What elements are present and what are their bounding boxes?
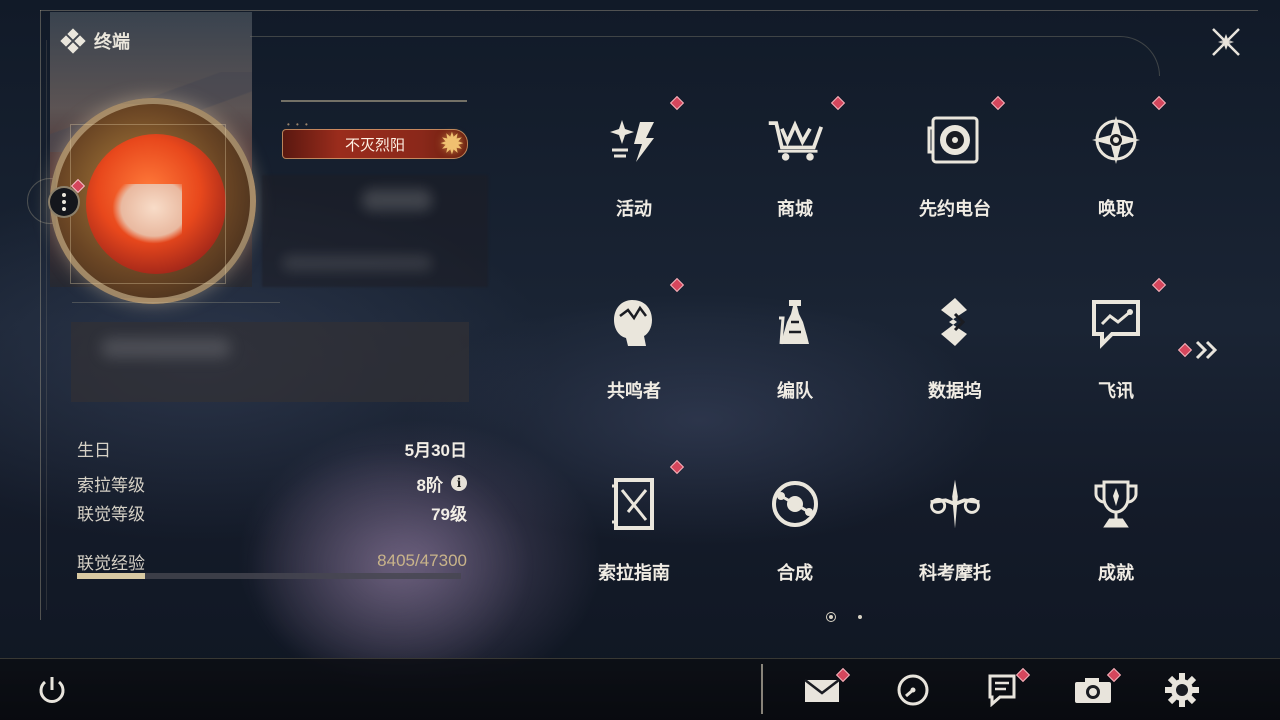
badge-decoration: • • • xyxy=(287,120,310,129)
page-dot-2[interactable] xyxy=(858,615,862,619)
birthday-row: 生日 5月30日 xyxy=(77,437,467,460)
shop-cart-icon xyxy=(765,110,825,170)
union-exp-value: 8405/47300 xyxy=(377,551,467,570)
birthday-value: 5月30日 xyxy=(404,440,467,460)
double-chevron-right-icon xyxy=(1195,340,1218,360)
notice-board-icon xyxy=(988,674,1016,707)
sola-level-value: 8阶 xyxy=(416,475,443,495)
union-exp-progress-fill xyxy=(77,573,146,579)
menu-item-label: 数据坞 xyxy=(928,381,982,401)
diamond-cluster-icon xyxy=(60,28,86,54)
close-button[interactable] xyxy=(1206,22,1246,62)
menu-item-motorcycle[interactable]: 科考摩托 xyxy=(875,452,1035,602)
union-exp-row: 联觉经验 8405/47300 xyxy=(77,550,467,573)
menu-item-message-chat[interactable]: 飞讯 xyxy=(1036,270,1196,420)
menu-item-trophy[interactable]: 成就 xyxy=(1036,452,1196,602)
menu-item-guidebook[interactable]: 索拉指南 xyxy=(554,452,714,602)
union-level-label: 联觉等级 xyxy=(77,504,145,524)
menu-item-events-sparkle[interactable]: 活动 xyxy=(554,88,714,238)
sola-level-row: 索拉等级 8阶 i xyxy=(77,471,467,496)
trophy-icon xyxy=(1086,474,1146,534)
frame-line-left-inner xyxy=(46,40,47,610)
info-icon[interactable]: i xyxy=(451,475,467,491)
notification-dot xyxy=(669,459,685,475)
sola-level-value-group: 8阶 i xyxy=(417,471,467,496)
menu-item-label: 合成 xyxy=(777,563,813,583)
page-header: 终端 xyxy=(60,28,130,54)
page-dot-1[interactable] xyxy=(826,612,836,622)
menu-item-data-bank[interactable]: 数据坞 xyxy=(875,270,1035,420)
mail-button[interactable] xyxy=(802,667,851,710)
next-page-button[interactable] xyxy=(1177,338,1224,362)
radio-record-icon xyxy=(925,110,985,170)
data-bank-icon xyxy=(925,292,985,352)
menu-item-label: 飞讯 xyxy=(1098,381,1134,401)
synthesis-icon xyxy=(765,474,825,534)
frame-line-notch xyxy=(250,36,1160,76)
union-level-row: 联觉等级 79级 xyxy=(77,501,467,524)
page-title: 终端 xyxy=(94,32,130,52)
mail-icon xyxy=(804,679,840,702)
team-chess-icon xyxy=(765,292,825,352)
union-level-value: 79级 xyxy=(431,504,467,524)
notification-dot xyxy=(830,95,846,111)
gear-icon xyxy=(1165,673,1199,707)
notification-dot xyxy=(1151,277,1167,293)
menu-item-team-chess[interactable]: 编队 xyxy=(715,270,875,420)
menu-item-label: 先约电台 xyxy=(919,199,991,219)
notification-dot xyxy=(990,95,1006,111)
title-divider xyxy=(281,100,467,102)
notification-dot xyxy=(669,95,685,111)
menu-item-radio-record[interactable]: 先约电台 xyxy=(875,88,1035,238)
menu-item-label: 活动 xyxy=(616,199,652,219)
avatar-frame xyxy=(70,124,226,284)
camera-icon xyxy=(1075,678,1111,703)
profile-divider xyxy=(72,302,280,303)
menu-item-convene-compass[interactable]: 唤取 xyxy=(1036,88,1196,238)
bottom-divider xyxy=(761,664,763,714)
events-sparkle-icon xyxy=(604,110,664,170)
menu-item-label: 索拉指南 xyxy=(598,563,670,583)
notice-button[interactable] xyxy=(982,667,1031,710)
union-exp-progress-bar xyxy=(77,573,461,579)
union-exp-label: 联觉经验 xyxy=(77,553,145,573)
menu-item-label: 共鸣者 xyxy=(607,381,661,401)
menu-item-label: 商城 xyxy=(777,199,813,219)
birthday-label: 生日 xyxy=(77,440,111,460)
close-x-icon xyxy=(1212,28,1240,56)
frame-line-left xyxy=(40,10,41,620)
clock-button[interactable] xyxy=(893,670,933,710)
resonator-head-icon xyxy=(604,292,664,352)
notification-dot xyxy=(1151,95,1167,111)
notification-dot xyxy=(669,277,685,293)
settings-button[interactable] xyxy=(1162,670,1202,710)
menu-item-label: 编队 xyxy=(777,381,813,401)
motorcycle-icon xyxy=(925,474,985,534)
next-page-notification-dot xyxy=(1177,342,1193,358)
sola-level-label: 索拉等级 xyxy=(77,475,145,495)
guidebook-icon xyxy=(604,474,664,534)
power-icon xyxy=(39,677,65,703)
message-chat-icon xyxy=(1086,292,1146,352)
timer-clock-icon xyxy=(897,674,929,706)
sun-emblem-icon: ✹ xyxy=(439,128,465,161)
frame-line-top xyxy=(40,10,1258,11)
title-badge[interactable]: • • • 不灭烈阳 ✹ xyxy=(282,120,468,161)
convene-compass-icon xyxy=(1086,110,1146,170)
menu-item-synthesis[interactable]: 合成 xyxy=(715,452,875,602)
signature-blurred[interactable] xyxy=(71,322,469,402)
page-indicator xyxy=(826,612,862,622)
menu-item-label: 科考摩托 xyxy=(919,563,991,583)
menu-item-label: 唤取 xyxy=(1098,199,1134,219)
power-button[interactable] xyxy=(32,670,72,710)
title-badge-label: 不灭烈阳 xyxy=(344,136,405,154)
camera-button[interactable] xyxy=(1073,667,1122,710)
menu-item-shop-cart[interactable]: 商城 xyxy=(715,88,875,238)
more-options-button[interactable] xyxy=(48,186,80,218)
menu-item-resonator-head[interactable]: 共鸣者 xyxy=(554,270,714,420)
player-name-blurred xyxy=(262,175,488,287)
menu-item-label: 成就 xyxy=(1098,563,1134,583)
